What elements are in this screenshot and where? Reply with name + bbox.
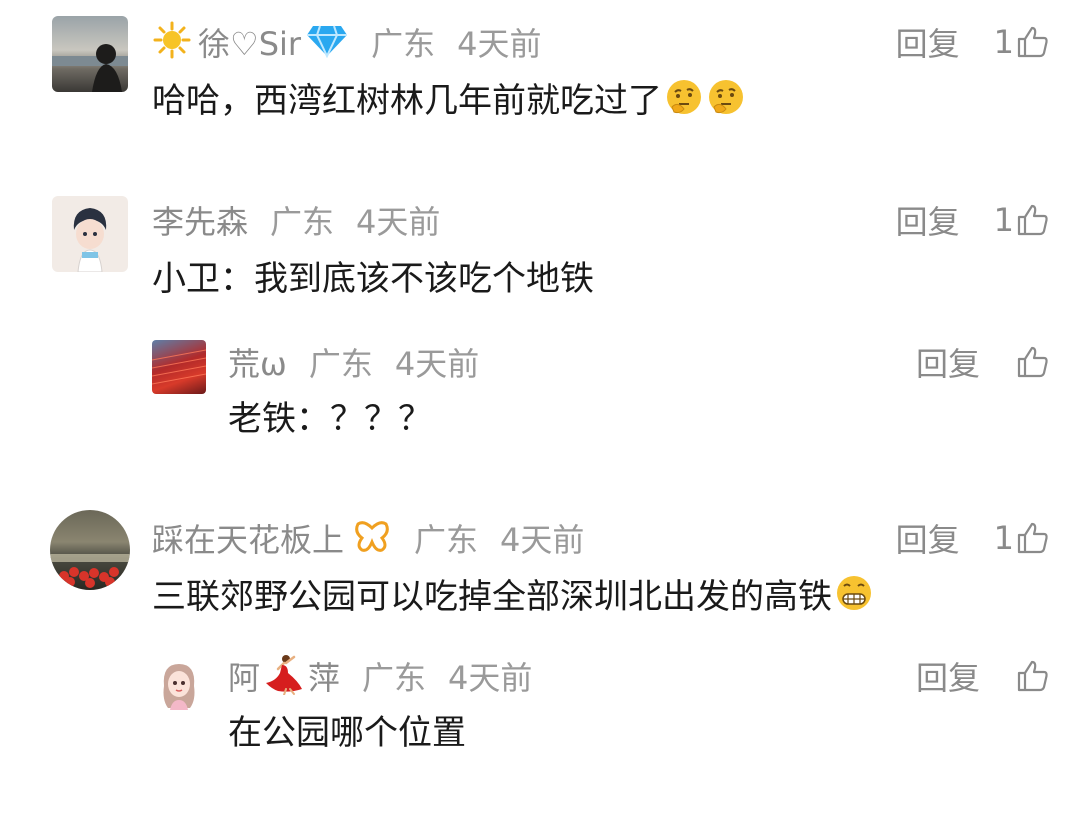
thumbs-up-outline-icon xyxy=(1017,346,1048,378)
avatar[interactable] xyxy=(152,656,206,710)
reply-button[interactable]: 回复 xyxy=(896,515,960,561)
username[interactable]: 徐♡Sir xyxy=(198,19,301,65)
comment-text-content: 三联郊野公园可以吃掉全部深圳北出发的高铁 xyxy=(152,576,832,617)
comment-actions: 回复 1 xyxy=(896,20,1050,64)
like-button[interactable]: 1 xyxy=(994,201,1050,239)
location: 广东 xyxy=(371,25,436,63)
reply-meta: 荒ω 广东 4天前 xyxy=(228,340,479,384)
thinking-emoji xyxy=(667,80,701,114)
grimacing-emoji xyxy=(837,576,871,610)
reply-button[interactable]: 回复 xyxy=(916,653,980,699)
reply-meta: 阿 萍 广东 4天前 xyxy=(228,654,532,698)
timestamp: 4天前 xyxy=(448,659,533,697)
location: 广东 xyxy=(362,659,427,697)
like-button[interactable] xyxy=(1014,659,1050,693)
comment-text-content: 哈哈，西湾红树林几年前就吃过了 xyxy=(152,80,662,121)
username[interactable]: 踩在天花板上 xyxy=(152,515,344,561)
comment-text: 三联郊野公园可以吃掉全部深圳北出发的高铁 xyxy=(152,570,874,617)
reply-actions: 回复 xyxy=(916,340,1050,384)
sun-emoji xyxy=(152,20,192,64)
comment-item: 踩在天花板上 广东 4天前 回复 1 三联郊野公园可以吃掉全部深圳北出发的高铁 xyxy=(0,498,1080,788)
thinking-emoji xyxy=(709,80,743,114)
reply-text: 老铁：？？？ xyxy=(228,392,432,439)
location: 广东 xyxy=(308,345,373,383)
reply-text: 在公园哪个位置 xyxy=(228,706,466,753)
reply-item: 荒ω 广东 4天前 回复 老铁：？？？ xyxy=(0,330,1080,450)
avatar[interactable] xyxy=(152,340,206,394)
username[interactable]: 李先森 xyxy=(152,197,248,243)
comment-actions: 回复 1 xyxy=(896,198,1050,242)
like-count: 1 xyxy=(993,201,1014,239)
comment-text: 小卫：我到底该不该吃个地铁 xyxy=(152,252,594,299)
avatar[interactable] xyxy=(50,510,130,590)
timestamp: 4天前 xyxy=(500,521,585,559)
reply-button[interactable]: 回复 xyxy=(896,197,960,243)
diamond-badge xyxy=(305,22,349,62)
like-count: 1 xyxy=(993,519,1014,557)
like-button[interactable] xyxy=(1014,345,1050,379)
comment-meta: 徐♡Sir 广东 4天前 xyxy=(152,20,541,64)
thumbs-up-outline-icon xyxy=(1017,522,1048,554)
username-part[interactable]: 阿 xyxy=(228,653,260,699)
comment-text-content: 小卫：我到底该不该吃个地铁 xyxy=(152,258,594,299)
avatar[interactable] xyxy=(52,16,128,92)
like-button[interactable]: 1 xyxy=(994,23,1050,61)
timestamp: 4天前 xyxy=(356,203,441,241)
reply-button[interactable]: 回复 xyxy=(916,339,980,385)
thumbs-up-outline-icon xyxy=(1017,660,1048,692)
comment-item: 徐♡Sir 广东 4天前 回复 1 哈哈，西湾红树林几年前就吃过了 xyxy=(0,0,1080,150)
username-part[interactable]: 萍 xyxy=(308,653,340,699)
username[interactable]: 荒ω xyxy=(228,339,287,385)
thumbs-up-outline-icon xyxy=(1017,26,1048,58)
comment-item: 李先森 广东 4天前 回复 1 小卫：我到底该不该吃个地铁 荒ω 广东 4天前 … xyxy=(0,180,1080,470)
reply-text-content: 老铁：？？？ xyxy=(228,398,432,439)
timestamp: 4天前 xyxy=(394,345,480,383)
comment-text: 哈哈，西湾红树林几年前就吃过了 xyxy=(152,74,746,121)
comment-actions: 回复 1 xyxy=(896,516,1050,560)
location: 广东 xyxy=(414,521,479,559)
like-count: 1 xyxy=(993,23,1014,61)
location: 广东 xyxy=(270,203,335,241)
timestamp: 4天前 xyxy=(457,25,542,63)
thumbs-up-outline-icon xyxy=(1017,204,1048,236)
avatar[interactable] xyxy=(52,196,128,272)
reply-item: 阿 萍 广东 4天前 回复 在公园哪个位置 xyxy=(0,648,1080,768)
butterfly-badge xyxy=(352,518,392,558)
comment-meta: 李先森 广东 4天前 xyxy=(152,198,440,242)
reply-button[interactable]: 回复 xyxy=(896,19,960,65)
dancer-emoji xyxy=(264,653,304,699)
comment-meta: 踩在天花板上 广东 4天前 xyxy=(152,516,584,560)
reply-actions: 回复 xyxy=(916,654,1050,698)
reply-text-content: 在公园哪个位置 xyxy=(228,712,466,753)
like-button[interactable]: 1 xyxy=(994,519,1050,557)
